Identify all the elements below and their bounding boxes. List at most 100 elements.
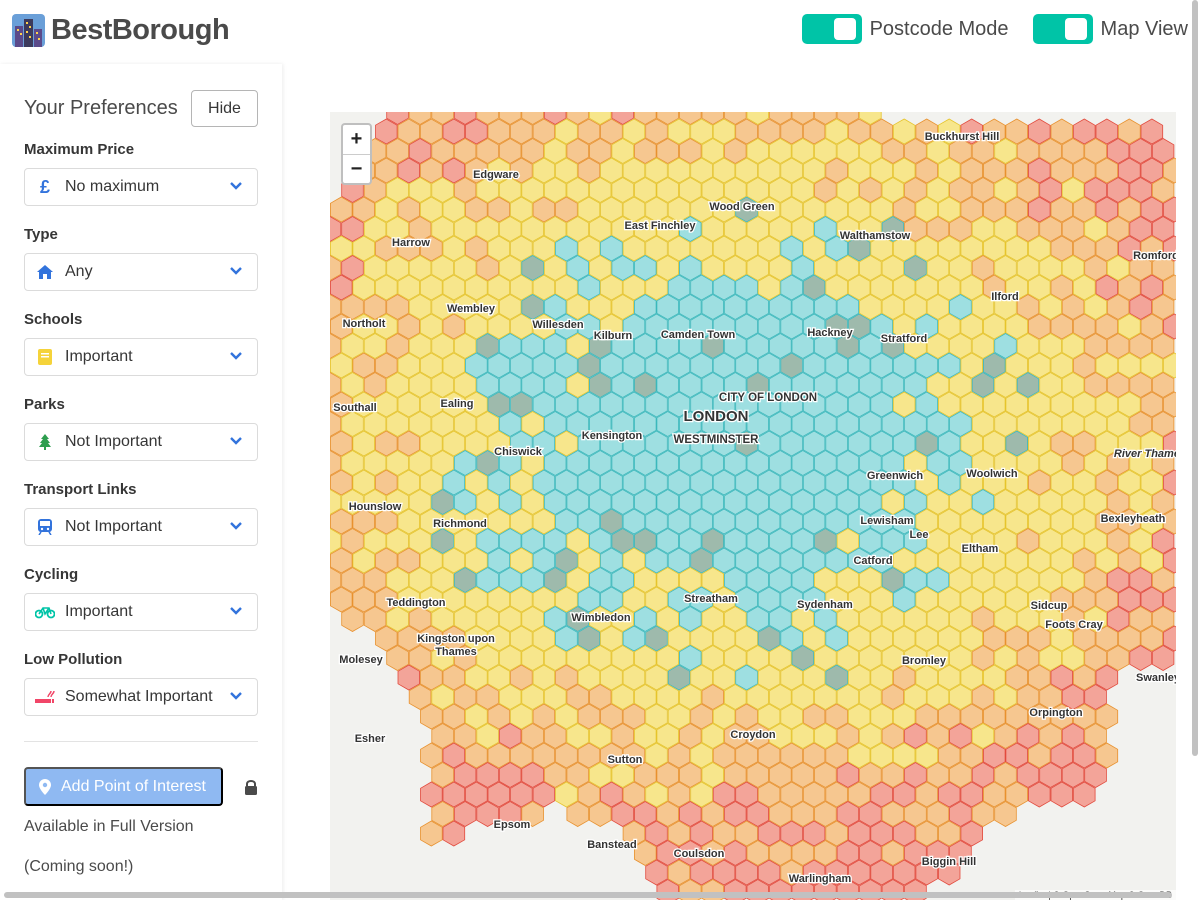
field-label: Parks (24, 396, 65, 413)
map-view-switch[interactable] (1032, 14, 1093, 44)
place-label: Esher (355, 733, 386, 745)
pound-icon: £ (39, 176, 50, 197)
place-label: Camden Town (661, 329, 736, 341)
postcode-mode-label: Postcode Mode (869, 17, 1009, 40)
place-label: Orpington (1029, 707, 1082, 719)
transport-select[interactable]: Not Important (24, 508, 258, 546)
low-pollution-select[interactable]: Somewhat Important (24, 678, 258, 716)
place-label: Bromley (902, 655, 947, 667)
view-toggles: Postcode Mode Map View (778, 14, 1188, 44)
place-label: Bexleyheath (1101, 513, 1166, 525)
place-label: Foots Cray (1045, 619, 1103, 631)
bicycle-icon (25, 605, 65, 619)
place-label: Hackney (807, 327, 853, 339)
place-label: WESTMINSTER (674, 434, 760, 446)
postcode-mode-switch[interactable] (801, 14, 862, 44)
preferences-sidebar: Your Preferences Hide Maximum Price £ No… (0, 64, 282, 900)
field-transport: Transport Links Not Important (24, 481, 258, 546)
place-label: Kilburn (594, 330, 633, 342)
field-max-price: Maximum Price £ No maximum (24, 141, 258, 206)
place-label: Eltham (962, 543, 999, 555)
field-label: Transport Links (24, 481, 137, 498)
place-label: Northolt (343, 318, 386, 330)
place-label: Kingston upon (417, 633, 495, 645)
horizontal-scrollbar[interactable] (4, 892, 1172, 898)
field-label: Cycling (24, 566, 79, 583)
cycling-select[interactable]: Important (24, 593, 258, 631)
place-label: Willesden (532, 319, 584, 331)
place-label: Lewisham (860, 515, 913, 527)
map-view-toggle[interactable]: Map View (1032, 14, 1188, 44)
select-value: Not Important (65, 518, 162, 535)
field-label: Type (24, 226, 58, 243)
add-point-of-interest-button[interactable]: Add Point of Interest (24, 767, 223, 806)
place-label: East Finchley (625, 220, 697, 232)
brand-name: BestBorough (51, 14, 230, 46)
chevron-down-icon (230, 607, 242, 615)
select-value: Somewhat Important (65, 688, 213, 705)
brand-logo[interactable]: BestBorough (12, 14, 230, 47)
place-label: Edgware (473, 169, 519, 181)
choropleth-map[interactable]: Edgware Buckhurst Hill Wood Green East Finc… (330, 112, 1176, 900)
field-parks: Parks Not Important (24, 396, 258, 461)
place-label: Woolwich (966, 468, 1017, 480)
type-select[interactable]: Any (24, 253, 258, 291)
place-label: Southall (333, 402, 376, 414)
parks-select[interactable]: Not Important (24, 423, 258, 461)
divider (24, 741, 258, 742)
field-label: Low Pollution (24, 651, 123, 668)
chevron-down-icon (230, 182, 242, 190)
place-label: Thames (435, 646, 477, 658)
chevron-down-icon (230, 267, 242, 275)
postcode-mode-toggle[interactable]: Postcode Mode (801, 14, 1009, 44)
place-label: Sutton (608, 754, 643, 766)
smoking-icon (25, 689, 65, 705)
place-label: Buckhurst Hill (925, 131, 1000, 143)
zoom-control: + − (341, 123, 372, 185)
place-label: Harrow (392, 237, 430, 249)
chevron-down-icon (230, 437, 242, 445)
chevron-down-icon (230, 692, 242, 700)
full-version-note: Available in Full Version (Coming soon!) (24, 818, 194, 875)
place-label: Romford (1133, 250, 1176, 262)
home-icon (25, 264, 65, 280)
place-label: Catford (853, 555, 892, 567)
place-label: Hounslow (349, 501, 402, 513)
place-label: Wimbledon (571, 612, 630, 624)
select-value: Important (65, 603, 133, 620)
zoom-in-button[interactable]: + (343, 125, 370, 154)
place-label: Walthamstow (840, 230, 911, 242)
place-label: Warlingham (789, 873, 852, 885)
place-label: Biggin Hill (922, 856, 976, 868)
chevron-down-icon (230, 522, 242, 530)
place-label: Ealing (440, 398, 473, 410)
max-price-select[interactable]: £ No maximum (24, 168, 258, 206)
place-label: Wood Green (709, 201, 774, 213)
field-label: Schools (24, 311, 83, 328)
map-view-label: Map View (1100, 17, 1188, 40)
lock-icon (245, 779, 257, 795)
place-label: Coulsdon (674, 848, 725, 860)
borough-map[interactable]: Edgware Buckhurst Hill Wood Green East Finc… (330, 112, 1176, 900)
schools-select[interactable]: Important (24, 338, 258, 376)
vertical-scrollbar[interactable] (1192, 0, 1198, 756)
place-label: Stratford (881, 333, 927, 345)
place-label: Richmond (433, 518, 487, 530)
place-label: Chiswick (494, 446, 543, 458)
place-label: Lee (910, 529, 929, 541)
place-label: Greenwich (867, 470, 924, 482)
hide-button[interactable]: Hide (191, 90, 258, 127)
field-type: Type Any (24, 226, 258, 291)
place-label: Epsom (494, 819, 531, 831)
place-label: Teddington (386, 597, 445, 609)
place-label: Sydenham (797, 599, 853, 611)
city-icon (12, 14, 45, 47)
select-value: No maximum (65, 178, 160, 195)
train-icon (25, 519, 65, 535)
select-value: Not Important (65, 433, 162, 450)
place-label: LONDON (684, 408, 749, 425)
select-value: Any (65, 263, 93, 280)
field-low-pollution: Low Pollution Somewhat Important (24, 651, 258, 716)
place-label: River Thames (1114, 448, 1176, 460)
zoom-out-button[interactable]: − (343, 154, 370, 183)
